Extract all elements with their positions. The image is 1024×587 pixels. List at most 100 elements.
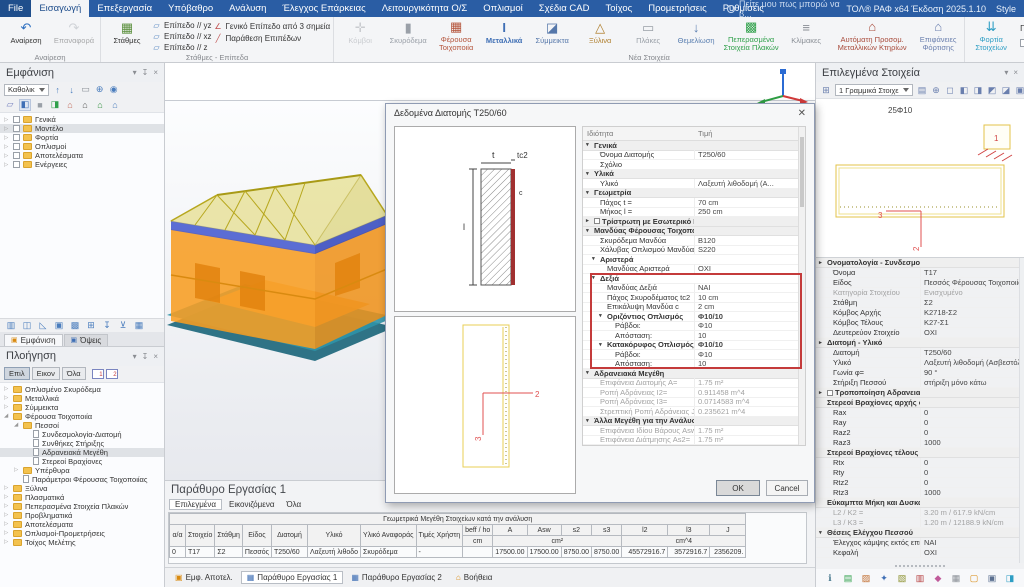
nav-tree-item[interactable]: ◢ Φέρουσα Τοιχοποιία — [0, 412, 164, 421]
nav-tree-item[interactable]: ▷ Αποτελέσματα — [0, 520, 164, 529]
view-mode-icon[interactable]: ■ — [34, 99, 46, 111]
property-row[interactable]: Rtz2 0 — [816, 478, 1024, 488]
visibility-checkbox[interactable] — [13, 152, 20, 159]
level-plane-button[interactable]: ▱ Επίπεδο // xz — [152, 32, 212, 42]
ribbon-tab[interactable]: File — [0, 0, 31, 17]
property-row[interactable]: Γωνία φ= 90 ° — [816, 368, 1024, 378]
property-row[interactable]: ▾ Κατακόρυφος Οπλισμός Φ10/10 — [583, 341, 805, 351]
expander-icon[interactable]: ▾ — [586, 142, 592, 148]
new-element-button[interactable]: ▭ Πλάκες — [625, 19, 671, 52]
expander-icon[interactable]: ▷ — [4, 512, 10, 518]
property-row[interactable]: Όνομα Διατομής T250/60 — [583, 151, 805, 161]
property-row[interactable]: Ράβδοι: Φ10 — [583, 350, 805, 360]
property-row[interactable]: Μήκος l = 250 cm — [583, 208, 805, 218]
view-mode-icon[interactable]: ◨ — [49, 99, 61, 111]
selected-view-icon[interactable]: ◨ — [972, 84, 984, 96]
display-option-icon[interactable]: ◫ — [21, 319, 33, 331]
close-icon[interactable]: × — [153, 352, 158, 361]
property-row[interactable]: Στερεοί Βραχίονες τέλους σε mm — [816, 448, 1024, 458]
property-row[interactable]: Σκυρόδεμα Μανδύα B120 — [583, 236, 805, 246]
horizontal-forces-checkbox[interactable] — [1020, 39, 1024, 47]
property-row[interactable]: Ροπή Αδράνειας I3= 0.0714583 m^4 — [583, 398, 805, 408]
selected-view-icon[interactable]: ▤ — [916, 84, 928, 96]
pick-table-icon[interactable]: ⊞ — [820, 84, 832, 96]
expander-icon[interactable]: ▾ — [592, 275, 598, 281]
display-option-icon[interactable]: ↧ — [101, 319, 113, 331]
property-row[interactable]: Επιφάνεια Διάτμησης As2= 1.75 m² — [583, 436, 805, 446]
property-row[interactable]: ▾ Άλλα Μεγέθη για την Ανάλυση — [583, 417, 805, 427]
close-icon[interactable]: × — [153, 68, 158, 77]
property-row[interactable]: ▸ Τρίστρωτη με Εσωτερικό Πυρήνα Ο/Σ — [583, 217, 805, 227]
expander-icon[interactable]: ▾ — [586, 171, 592, 177]
property-row[interactable]: Στερεοί Βραχίονες αρχής σε mm — [816, 398, 1024, 408]
table-row[interactable]: 0 T17 Σ2 Πεσσός T250/60 Λαξευτή λιθοδο Σ… — [170, 547, 746, 558]
property-row[interactable]: Επιφάνεια Ιδίου Βάρους Asw= 1.75 m² — [583, 426, 805, 436]
expander-icon[interactable]: ▷ — [4, 135, 10, 141]
visibility-checkbox[interactable] — [13, 161, 20, 168]
property-row[interactable]: ▾ Γεωμετρία — [583, 189, 805, 199]
display-tree-item[interactable]: ▷ Μοντέλο — [0, 124, 164, 133]
status-tool-icon[interactable]: ▧ — [896, 572, 908, 584]
pin-icon[interactable]: ↧ — [142, 68, 149, 77]
expander-icon[interactable]: ▸ — [819, 390, 825, 396]
nav-tree-item[interactable]: ▷ Οπλισμοί-Προμετρήσεις — [0, 529, 164, 538]
visibility-checkbox[interactable] — [13, 125, 20, 132]
expander-icon[interactable]: ▾ — [592, 256, 598, 262]
left-panel-tab[interactable]: ▣ Εμφάνιση — [4, 334, 63, 346]
nav-tree-item[interactable]: Συνδεσμολογία-Διατομή — [0, 430, 164, 439]
display-tree-item[interactable]: ▷ Αποτελέσματα — [0, 151, 164, 160]
nav-filter-button[interactable]: Επιλ — [4, 367, 30, 380]
property-row[interactable]: Κεφαλή ΟΧΙ — [816, 548, 1024, 558]
display-option-icon[interactable]: ▦ — [133, 319, 145, 331]
property-row[interactable]: Μανδύας Αριστερά ΟΧΙ — [583, 265, 805, 275]
nav-tree-item[interactable]: Στερεοί Βραχίονες — [0, 457, 164, 466]
panel-menu-icon[interactable]: ▾ — [1004, 68, 1008, 77]
nav-tree-item[interactable]: ▷ Πλασματικά — [0, 493, 164, 502]
new-element-button[interactable]: △ Ξύλινα — [577, 19, 623, 52]
property-row[interactable]: ▾ Αριστερά — [583, 255, 805, 265]
nav-tree-item[interactable]: Συνθήκες Στήριξης — [0, 439, 164, 448]
property-row[interactable]: Ray 0 — [816, 418, 1024, 428]
expander-icon[interactable]: ▾ — [599, 313, 605, 319]
display-tree-item[interactable]: ▷ Ενέργειες — [0, 160, 164, 169]
property-row[interactable]: Ράβδοι: Φ10 — [583, 322, 805, 332]
property-row[interactable]: Στήριξη Πεσσού στήριξη μόνο κάτω — [816, 378, 1024, 388]
status-tool-icon[interactable]: ℹ — [824, 572, 836, 584]
nav-tree-item[interactable]: Παράμετροι Φέρουσας Τοιχοποιίας — [0, 475, 164, 484]
property-row[interactable]: Εύκαμπτα Μήκη και Δυσκαμψίες ανά Διεύθυν… — [816, 498, 1024, 508]
level-tool-button[interactable]: ╱ Παράθεση Επιπέδων — [214, 33, 331, 44]
status-tool-icon[interactable]: ◆ — [932, 572, 944, 584]
property-row[interactable]: ▾ Αδρανειακά Μεγέθη — [583, 369, 805, 379]
view-mode-icon[interactable]: ⌂ — [64, 99, 76, 111]
property-row[interactable]: Rty 0 — [816, 468, 1024, 478]
expander-icon[interactable]: ▾ — [586, 370, 592, 376]
view-mode-icon[interactable]: ⌂ — [94, 99, 106, 111]
property-row[interactable]: Είδος Πεσσός Φέρουσας Τοιχοποιίας — [816, 278, 1024, 288]
expander-icon[interactable]: ▾ — [586, 418, 592, 424]
property-row[interactable]: ▾ Υλικά — [583, 170, 805, 180]
display-option-icon[interactable]: ▥ — [5, 319, 17, 331]
property-row[interactable]: ▸ Διατομή - Υλικό — [816, 338, 1024, 348]
scrollbar-thumb[interactable] — [800, 137, 804, 207]
level-plane-button[interactable]: ▱ Επίπεδο // yz — [152, 21, 212, 31]
expander-icon[interactable]: ▷ — [4, 386, 10, 392]
property-row[interactable]: Απόσταση: 10 — [583, 360, 805, 370]
window-icon[interactable]: 1 — [92, 369, 104, 379]
status-tool-icon[interactable]: ◨ — [1004, 572, 1016, 584]
nav-filter-button[interactable]: Εικον — [32, 367, 60, 380]
property-row[interactable]: Rax 0 — [816, 408, 1024, 418]
status-tool-icon[interactable]: ✦ — [878, 572, 890, 584]
nav-tree-item[interactable]: ▷ Προβληματικά — [0, 511, 164, 520]
expander-icon[interactable]: ▷ — [4, 530, 10, 536]
display-scope-dropdown[interactable]: Καθολικ — [4, 84, 49, 96]
view-mode-icon[interactable]: ◧ — [19, 99, 31, 111]
expander-icon[interactable]: ▷ — [4, 126, 10, 132]
close-icon[interactable]: ✕ — [798, 108, 806, 119]
nav-tree-item[interactable]: ▷ Ξύλινα — [0, 484, 164, 493]
style-menu[interactable]: Style — [996, 4, 1016, 14]
property-row[interactable]: Πάχος Σκυροδέματος tc2 10 cm — [583, 293, 805, 303]
property-row[interactable]: Rtz3 1000 — [816, 488, 1024, 498]
property-row[interactable]: L2 / K2 = 3.20 m / 617.9 kN/cm — [816, 508, 1024, 518]
display-tool-icon[interactable]: ⊕ — [94, 84, 106, 96]
display-tool-icon[interactable]: ↓ — [66, 84, 78, 96]
